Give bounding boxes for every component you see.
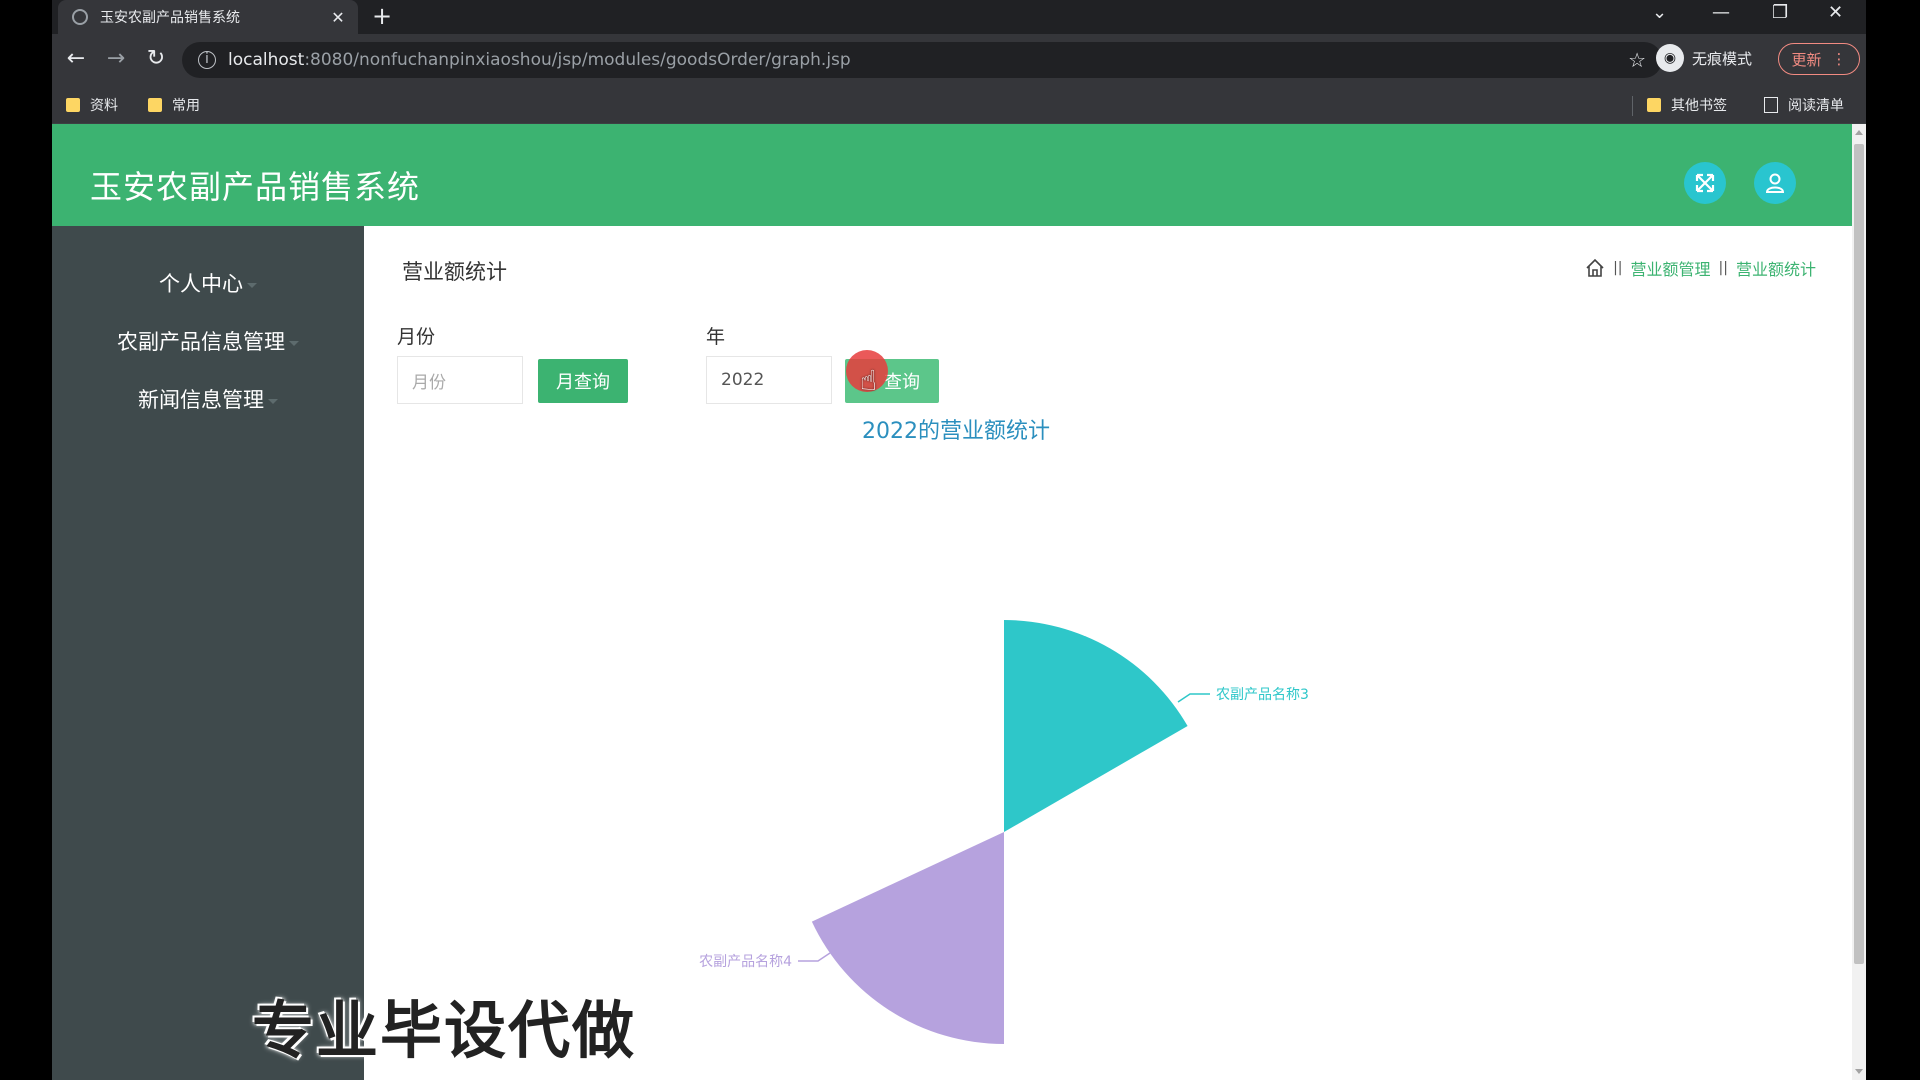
forward-icon[interactable]: → — [102, 46, 130, 72]
app-title: 玉安农副产品销售系统 — [90, 168, 421, 206]
close-window-icon[interactable]: ✕ — [1828, 2, 1843, 23]
pie-label-line — [1177, 693, 1210, 703]
app-header: 玉安农副产品销售系统 — [52, 124, 1852, 226]
pie-slice[interactable] — [1004, 620, 1188, 832]
other-bookmarks-label: 其他书签 — [1671, 98, 1727, 114]
revenue-chart: 2022的营业额统计 农副产品名称3 农副产品名称4 — [699, 419, 1309, 1044]
tab-close-icon[interactable]: ✕ — [328, 8, 348, 27]
address-bar[interactable]: i localhost:8080/nonfuchanpinxiaoshou/js… — [182, 42, 1662, 78]
reading-list-label: 阅读清单 — [1788, 98, 1844, 114]
reading-list[interactable]: 阅读清单 — [1764, 95, 1844, 115]
url-host: localhost — [228, 50, 305, 70]
tab-title: 玉安农副产品销售系统 — [100, 10, 240, 26]
url-path: :8080/nonfuchanpinxiaoshou/jsp/modules/g… — [304, 50, 851, 70]
fullscreen-button[interactable] — [1684, 162, 1726, 204]
folder-icon — [1647, 98, 1661, 112]
expand-icon — [1695, 173, 1715, 193]
sidebar-item-label: 农副产品信息管理 — [117, 330, 285, 354]
pie-group: 农副产品名称3 农副产品名称4 — [699, 620, 1309, 1044]
sidebar-item-news-management[interactable]: 新闻信息管理 — [52, 384, 364, 414]
browser-window: 玉安农副产品销售系统 ✕ + ⌄ — ❐ ✕ ← → ↻ i localhost… — [52, 0, 1866, 1080]
pie-slice[interactable] — [811, 832, 1004, 1044]
incognito-label: 无痕模式 — [1692, 49, 1753, 68]
bookmark-label: 资料 — [90, 98, 118, 114]
pie-slice-label: 农副产品名称4 — [699, 954, 792, 970]
pie-slice-label: 农副产品名称3 — [1216, 687, 1309, 703]
scroll-down-arrow-icon[interactable] — [1855, 1069, 1863, 1074]
user-button[interactable] — [1754, 162, 1796, 204]
bookmark-label: 常用 — [172, 98, 200, 114]
tab-search-icon[interactable]: ⌄ — [1652, 2, 1667, 23]
bookmarks-bar: 资料 常用 其他书签 阅读清单 — [52, 86, 1866, 124]
reading-list-icon — [1764, 97, 1778, 113]
back-icon[interactable]: ← — [62, 46, 90, 72]
tab-strip: 玉安农副产品销售系统 ✕ + ⌄ — ❐ ✕ — [52, 0, 1866, 34]
caret-down-icon — [247, 282, 257, 288]
other-bookmarks[interactable]: 其他书签 — [1647, 95, 1727, 115]
folder-icon — [66, 98, 80, 112]
favicon-icon — [72, 9, 88, 25]
browser-tab[interactable]: 玉安农副产品销售系统 ✕ — [58, 0, 358, 34]
update-label: 更新 — [1791, 50, 1822, 69]
incognito-icon: ◉ — [1656, 44, 1684, 72]
menu-dots-icon: ⋮ — [1831, 50, 1847, 68]
update-button[interactable]: 更新 ⋮ — [1778, 43, 1860, 75]
page-scrollbar[interactable] — [1852, 124, 1866, 1080]
incognito-indicator[interactable]: ◉ 无痕模式 — [1656, 44, 1752, 72]
sidebar-item-label: 个人中心 — [159, 272, 243, 296]
right-frame — [1866, 0, 1920, 1080]
restore-icon[interactable]: ❐ — [1772, 2, 1788, 23]
caret-down-icon — [289, 340, 299, 346]
sidebar-item-personal-center[interactable]: 个人中心 — [52, 268, 364, 298]
main-content: 营业额统计 || 营业额管理 || 营业额统计 月份 月份 月查询 年 2022… — [364, 226, 1852, 1080]
pie-label-line — [798, 952, 831, 962]
sidebar-item-product-management[interactable]: 农副产品信息管理 — [52, 326, 364, 356]
web-page: 玉安农副产品销售系统 个人中心 农副产品信息管理 新闻信息管理 营业额统计 ||… — [52, 124, 1852, 1080]
url-text: localhost:8080/nonfuchanpinxiaoshou/jsp/… — [228, 50, 1628, 70]
browser-toolbar: ← → ↻ i localhost:8080/nonfuchanpinxiaos… — [52, 34, 1866, 86]
sidebar: 个人中心 农副产品信息管理 新闻信息管理 — [52, 226, 364, 1080]
minimize-icon[interactable]: — — [1712, 2, 1730, 23]
caret-down-icon — [268, 398, 278, 404]
bookmark-star-icon[interactable]: ☆ — [1628, 48, 1646, 72]
scroll-up-arrow-icon[interactable] — [1855, 130, 1863, 135]
new-tab-button[interactable]: + — [372, 4, 392, 28]
folder-icon — [148, 98, 162, 112]
info-icon[interactable]: i — [198, 51, 216, 69]
scroll-thumb[interactable] — [1854, 144, 1864, 964]
user-icon — [1765, 173, 1785, 193]
bookmark-separator — [1632, 96, 1633, 116]
bookmark-folder-changyong[interactable]: 常用 — [148, 95, 200, 115]
left-frame — [0, 0, 52, 1080]
bookmark-folder-ziliao[interactable]: 资料 — [66, 95, 118, 115]
sidebar-item-label: 新闻信息管理 — [138, 388, 264, 412]
watermark-text: 专业毕设代做 — [252, 994, 637, 1067]
reload-icon[interactable]: ↻ — [142, 46, 170, 72]
chart-title: 2022的营业额统计 — [862, 419, 1050, 444]
